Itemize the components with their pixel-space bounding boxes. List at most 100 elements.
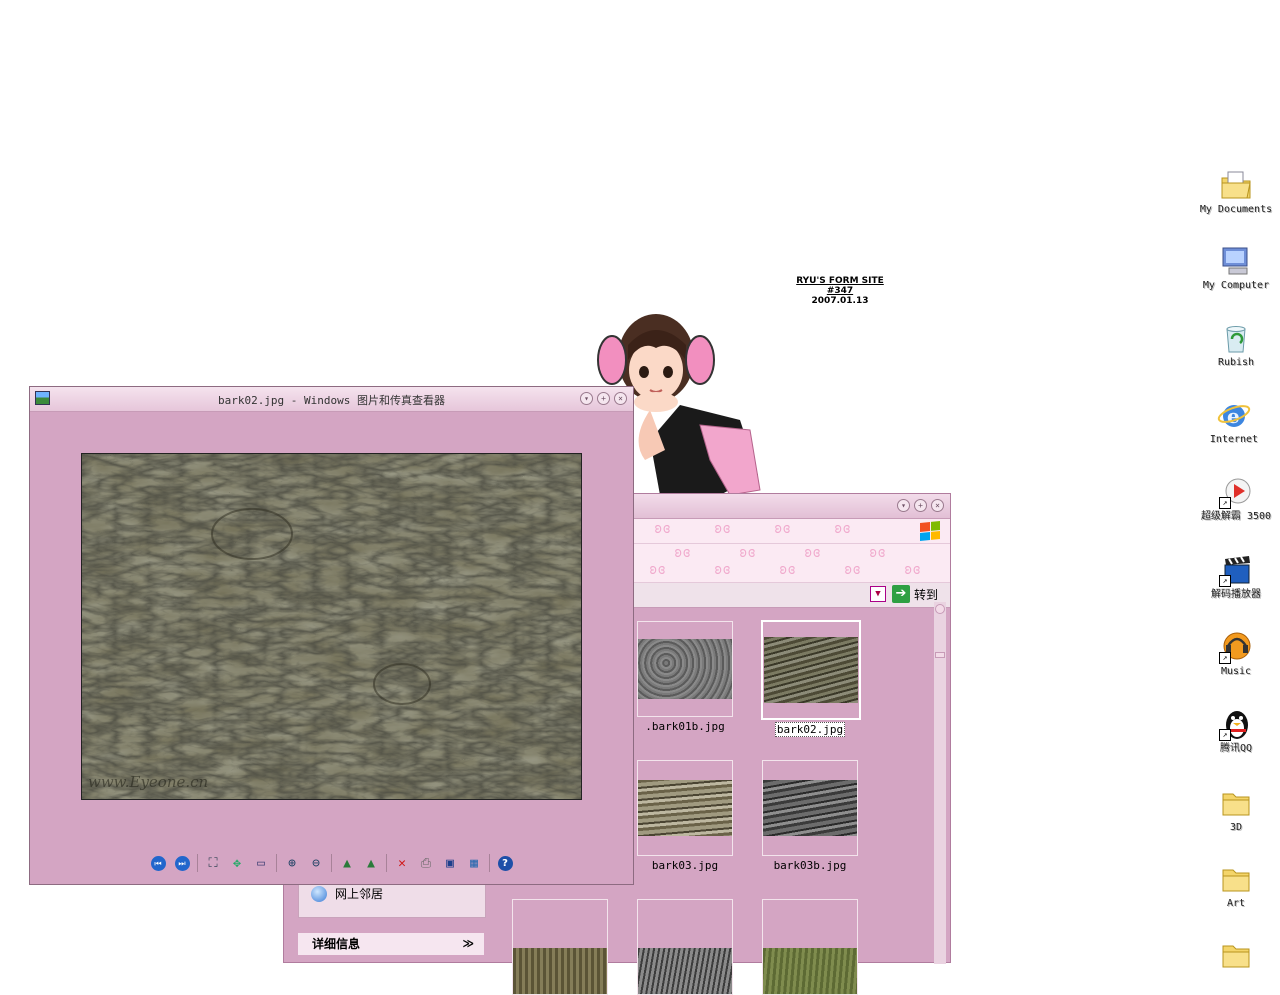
thumbnail-image (763, 948, 857, 994)
desktop-icon-art-folder[interactable]: Art (1198, 862, 1274, 910)
viewer-title: bark02.jpg - Windows 图片和传真查看器 (217, 394, 446, 407)
shortcut-arrow-icon: ↗ (1219, 497, 1231, 509)
wing-pattern-icon: ʚɞ (739, 545, 756, 561)
desktop-icon-label: 3D (1229, 822, 1243, 833)
best-fit-button[interactable]: ⛶ (201, 853, 225, 873)
details-panel-header[interactable]: 详细信息 ≫ (298, 933, 484, 955)
toolbar-separator (386, 854, 387, 872)
thumbnail-image (638, 948, 732, 994)
desktop-icon-folder-partial[interactable] (1198, 938, 1274, 974)
wing-pattern-icon: ʚɞ (674, 545, 691, 561)
clapperboard-icon: ↗ (1219, 553, 1253, 587)
wing-pattern-icon: ʚɞ (904, 562, 921, 578)
picture-viewer-window[interactable]: bark02.jpg - Windows 图片和传真查看器 ▾ + × www.… (29, 386, 634, 885)
thumbnail-image (763, 780, 857, 836)
vertical-scrollbar[interactable] (934, 602, 946, 964)
network-places-link[interactable]: 网上邻居 (311, 885, 383, 902)
address-dropdown-arrow-icon[interactable]: ▼ (870, 586, 886, 602)
credit-line-1: RYU'S FORM SITE #347 (796, 276, 884, 296)
thumbnail-item[interactable] (762, 899, 858, 995)
shortcut-arrow-icon: ↗ (1219, 652, 1231, 664)
next-image-button[interactable]: ⏭ (170, 853, 194, 873)
previous-image-button[interactable]: ⏮ (146, 853, 170, 873)
desktop-icon-label: 解码播放器 (1211, 589, 1261, 600)
media-player-icon: ↗ (1219, 475, 1253, 509)
scrollbar-up-button[interactable] (935, 604, 945, 614)
wing-pattern-icon: ʚɞ (714, 562, 731, 578)
thumbnail-filename: .bark01b.jpg (645, 720, 725, 733)
rotate-clockwise-icon: ▲ (343, 855, 351, 871)
minimize-button[interactable]: ▾ (897, 499, 910, 512)
folder-icon (1219, 862, 1253, 896)
desktop-icon-qq[interactable]: ↗ 腾讯QQ (1198, 707, 1274, 755)
thumbnail-item[interactable]: .bark01b.jpg (637, 621, 733, 733)
thumbnail-filename: bark03.jpg (651, 859, 719, 872)
explorer-window-buttons: ▾ + × (897, 499, 944, 512)
zoom-in-button[interactable]: ⊕ (280, 853, 304, 873)
desktop-icon-label: 超级解霸 3500 (1200, 511, 1272, 522)
maximize-button[interactable]: + (914, 499, 927, 512)
minimize-button[interactable]: ▾ (580, 392, 593, 405)
toolbar-separator (276, 854, 277, 872)
thumbnail-image (764, 637, 858, 703)
toolbar-separator (489, 854, 490, 872)
image-watermark: www.Eyeone.cn (88, 773, 209, 791)
desktop-icon-my-computer[interactable]: My Computer (1198, 244, 1274, 292)
wing-pattern-icon: ʚɞ (844, 562, 861, 578)
close-button[interactable]: × (614, 392, 627, 405)
desktop-icon-music[interactable]: ↗ Music (1198, 630, 1274, 678)
desktop-icon-my-documents[interactable]: My Documents (1198, 168, 1274, 216)
recycle-bin-icon (1219, 321, 1253, 355)
wing-pattern-icon: ʚɞ (649, 562, 666, 578)
desktop-icon-label: Music (1220, 666, 1252, 677)
thumbnail-image (638, 780, 732, 836)
desktop-icon-3d-folder[interactable]: 3D (1198, 786, 1274, 834)
zoom-out-button[interactable]: ⊖ (304, 853, 328, 873)
rotate-counterclockwise-icon: ▲ (367, 855, 375, 871)
scrollbar-thumb[interactable] (935, 652, 945, 658)
actual-size-icon: ✥ (233, 855, 241, 871)
delete-button[interactable]: ✕ (390, 853, 414, 873)
thumbnail-item[interactable]: bark03.jpg (637, 760, 733, 872)
copy-to-button[interactable]: ▣ (438, 853, 462, 873)
thumbnail-image (513, 948, 607, 994)
desktop-icon-rubish[interactable]: Rubish (1198, 321, 1274, 369)
open-for-editing-button[interactable]: ▦ (462, 853, 486, 873)
displayed-image: www.Eyeone.cn (81, 453, 582, 800)
go-arrow-icon: ➔ (892, 585, 910, 603)
save-disk-icon: ▣ (446, 855, 454, 871)
thumbnail-image (638, 639, 732, 699)
credit-line-2: 2007.01.13 (811, 296, 869, 306)
maximize-button[interactable]: + (597, 392, 610, 405)
thumbnail-item-selected[interactable]: bark02.jpg (761, 620, 861, 737)
thumbnail-item[interactable] (637, 899, 733, 995)
thumbnail-item[interactable]: bark03b.jpg (762, 760, 858, 872)
next-icon: ⏭ (174, 855, 190, 871)
wing-pattern-icon: ʚɞ (654, 521, 671, 537)
wing-pattern-icon: ʚɞ (714, 521, 731, 537)
desktop-icon-decoder-player[interactable]: ↗ 解码播放器 (1198, 553, 1274, 601)
close-button[interactable]: × (931, 499, 944, 512)
help-button[interactable]: ? (493, 853, 517, 873)
wing-pattern-icon: ʚɞ (774, 521, 791, 537)
shortcut-arrow-icon: ↗ (1219, 575, 1231, 587)
desktop-icon-internet[interactable]: e Internet (1196, 398, 1272, 446)
desktop-icon-label: Art (1226, 898, 1246, 909)
actual-size-button[interactable]: ✥ (225, 853, 249, 873)
edit-image-icon: ▦ (470, 855, 478, 871)
desktop-icon-super-decoder[interactable]: ↗ 超级解霸 3500 (1198, 475, 1274, 523)
network-places-label: 网上邻居 (335, 887, 384, 901)
print-button[interactable]: ⎙ (414, 853, 438, 873)
toolbar-separator (331, 854, 332, 872)
viewer-titlebar[interactable]: bark02.jpg - Windows 图片和传真查看器 ▾ + × (30, 387, 633, 412)
chevron-down-icon[interactable]: ≫ (462, 933, 474, 955)
rotate-counterclockwise-button[interactable]: ▲ (359, 853, 383, 873)
go-button[interactable]: ➔ 转到 (892, 584, 938, 604)
print-icon: ⎙ (420, 855, 432, 871)
previous-icon: ⏮ (150, 855, 166, 871)
thumbnail-item[interactable] (512, 899, 608, 995)
desktop-icon-label: My Documents (1199, 204, 1273, 215)
rotate-clockwise-button[interactable]: ▲ (335, 853, 359, 873)
slideshow-button[interactable]: ▭ (249, 853, 273, 873)
details-header-label: 详细信息 (312, 937, 361, 951)
